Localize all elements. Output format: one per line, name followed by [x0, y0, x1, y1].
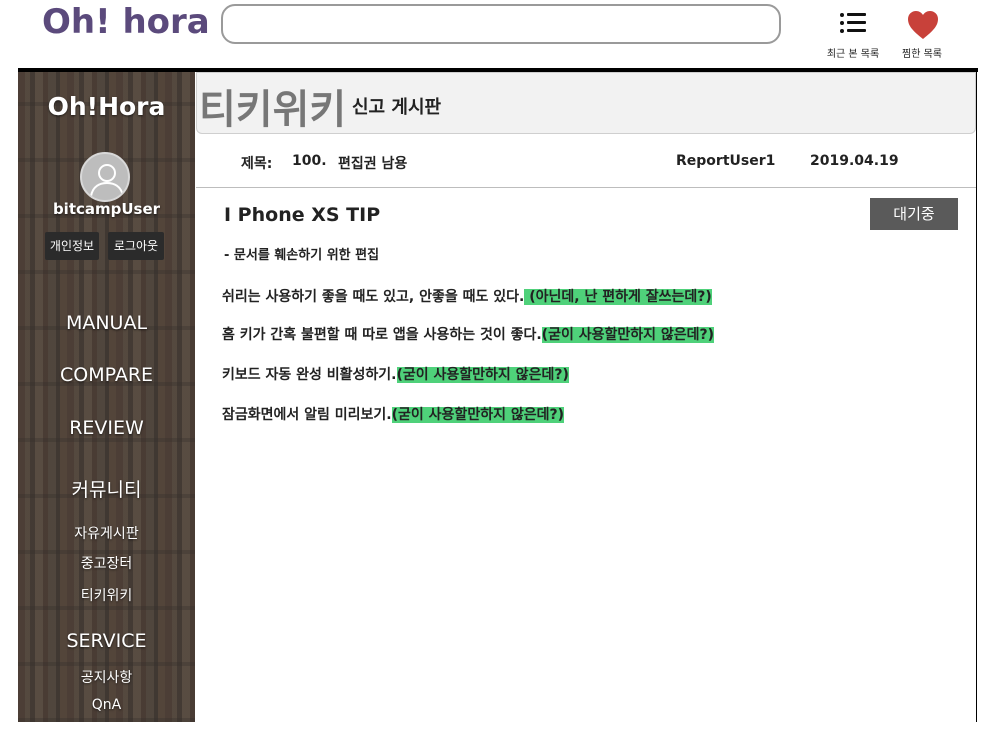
- avatar: [80, 152, 130, 202]
- sidebar-item-review[interactable]: REVIEW: [18, 417, 195, 439]
- sidebar: Oh!Hora bitcampUser 개인정보 로그아웃 MANUAL COM…: [18, 72, 195, 722]
- recent-items-label: 최근 본 목록: [826, 49, 880, 60]
- user-icon: [90, 164, 124, 197]
- post-meta-row: 제목: 100. 편집권 남용 ReportUser1 2019.04.19: [196, 136, 976, 188]
- sidebar-item-service[interactable]: SERVICE: [18, 630, 195, 652]
- post-author[interactable]: ReportUser1: [676, 153, 775, 169]
- highlight-comment: (굳이 사용할만하지 않은데?): [541, 327, 715, 343]
- post-title: 편집권 남용: [338, 156, 408, 172]
- board-title-bar: 티키위키 신고 게시판: [196, 72, 976, 134]
- logout-button[interactable]: 로그아웃: [108, 232, 164, 260]
- sidebar-item-free-board[interactable]: 자유게시판: [18, 523, 195, 543]
- report-reason: - 문서를 훼손하기 위한 편집: [224, 248, 380, 263]
- post-heading: I Phone XS TIP: [224, 204, 381, 226]
- highlight-comment: (굳이 사용할만하지 않은데?): [391, 407, 564, 423]
- list-icon: [840, 13, 866, 35]
- content-text: 잠금화면에서 알림 미리보기.: [222, 407, 392, 423]
- site-logo[interactable]: Oh! hora: [42, 2, 210, 42]
- recent-items-button[interactable]: 최근 본 목록: [818, 8, 888, 60]
- sidebar-item-wiki[interactable]: 티키위키: [18, 585, 195, 605]
- heart-icon: [908, 11, 938, 39]
- post-title-label: 제목:: [241, 156, 273, 172]
- profile-button[interactable]: 개인정보: [45, 232, 99, 260]
- content-line: 쉬리는 사용하기 좋을 때도 있고, 안좋을 때도 있다. (아닌데, 난 편하…: [222, 286, 712, 306]
- sidebar-item-notice[interactable]: 공지사항: [18, 667, 195, 687]
- search-input[interactable]: [221, 4, 781, 44]
- content-text: 홈 키가 간혹 불편할 때 따로 앱을 사용하는 것이 좋다.: [222, 327, 542, 343]
- content-line: 키보드 자동 완성 비활성하기.(굳이 사용할만하지 않은데?): [222, 364, 569, 384]
- page-subtitle: 신고 게시판: [352, 97, 442, 118]
- status-pending-button[interactable]: 대기중: [870, 198, 958, 230]
- content-line: 잠금화면에서 알림 미리보기.(굳이 사용할만하지 않은데?): [222, 404, 564, 424]
- sidebar-item-market[interactable]: 중고장터: [18, 553, 195, 573]
- content-text: 키보드 자동 완성 비활성하기.: [222, 367, 397, 383]
- post-number: 100.: [292, 153, 327, 169]
- content-line: 홈 키가 간혹 불편할 때 따로 앱을 사용하는 것이 좋다.(굳이 사용할만하…: [222, 324, 715, 344]
- highlight-comment: (아닌데, 난 편하게 잘쓰는데?): [524, 289, 712, 305]
- sidebar-brand[interactable]: Oh!Hora: [18, 92, 195, 121]
- sidebar-username: bitcampUser: [52, 200, 161, 218]
- sidebar-item-compare[interactable]: COMPARE: [18, 364, 195, 386]
- sidebar-item-qna[interactable]: QnA: [18, 697, 195, 713]
- page-title: 티키위키: [199, 87, 347, 133]
- sidebar-item-community[interactable]: 커뮤니티: [18, 475, 195, 502]
- sidebar-item-manual[interactable]: MANUAL: [18, 312, 195, 334]
- wishlist-label: 찜한 목록: [902, 49, 942, 60]
- highlight-comment: (굳이 사용할만하지 않은데?): [396, 367, 569, 383]
- post-date: 2019.04.19: [810, 153, 899, 169]
- wishlist-button[interactable]: 찜한 목록: [887, 8, 957, 60]
- content-border: [976, 70, 977, 722]
- content-text: 쉬리는 사용하기 좋을 때도 있고, 안좋을 때도 있다.: [222, 289, 525, 305]
